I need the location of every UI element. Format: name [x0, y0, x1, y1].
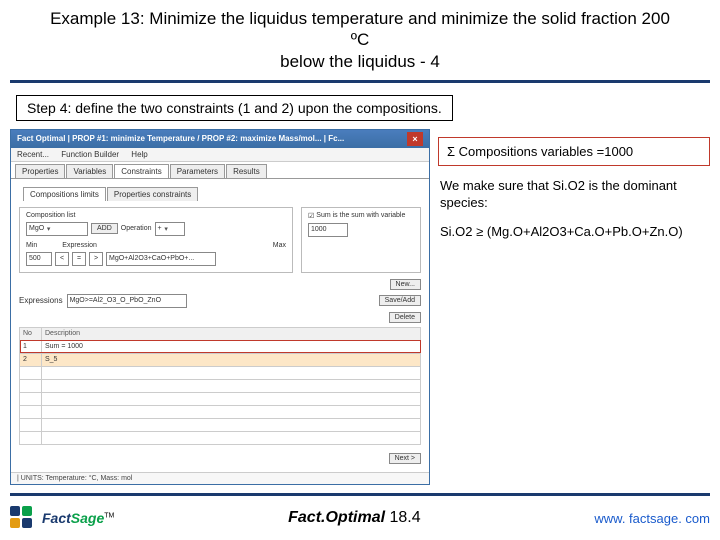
compo-dropdown[interactable]: MgO▾	[26, 222, 88, 236]
min-input[interactable]: 500	[26, 252, 52, 266]
new-button[interactable]: New...	[390, 279, 421, 290]
sum-value-input[interactable]: 1000	[308, 223, 348, 237]
table-row	[20, 418, 421, 431]
window-titlebar: Fact Optimal | PROP #1: minimize Tempera…	[11, 130, 429, 148]
menu-help[interactable]: Help	[131, 150, 147, 159]
tab-constraints[interactable]: Constraints	[114, 164, 168, 178]
lt-button[interactable]: <	[55, 252, 69, 266]
screenshot-mock: Fact Optimal | PROP #1: minimize Tempera…	[10, 129, 430, 485]
properties-label: Expressions	[19, 296, 63, 305]
footer-rule	[10, 493, 710, 496]
main-tabs: Properties Variables Constraints Paramet…	[11, 162, 429, 179]
expr-input[interactable]: MgO+Al2O3+CaO+PbO+...	[106, 252, 216, 266]
tab-properties[interactable]: Properties	[15, 164, 65, 178]
eq-button[interactable]: =	[72, 252, 86, 266]
sum-checkbox-highlight: ☑Sum is the sum with variable 1000	[301, 207, 421, 273]
logo-icon	[10, 506, 38, 530]
delete-button[interactable]: Delete	[389, 312, 421, 323]
tab-variables[interactable]: Variables	[66, 164, 113, 178]
annot-inequality: Si.O2 ≥ (Mg.O+Al2O3+Ca.O+Pb.O+Zn.O)	[440, 224, 710, 241]
gt-button[interactable]: >	[89, 252, 103, 266]
title-underline	[10, 80, 710, 83]
table-row	[20, 392, 421, 405]
window-statusbar: | UNITS: Temperature: °C, Mass: mol	[11, 472, 429, 484]
footer-center: Fact.Optimal 18.4	[288, 509, 421, 527]
next-button[interactable]: Next >	[389, 453, 421, 464]
checkbox-icon[interactable]: ☑	[308, 212, 314, 220]
sum-check-label: Sum is the sum with variable	[316, 212, 405, 219]
table-row	[20, 405, 421, 418]
constraints-table: NoDescription 1Sum = 1000 2S_5	[19, 327, 421, 445]
compo-label: Composition list	[26, 212, 286, 219]
menu-recent[interactable]: Recent...	[17, 150, 49, 159]
menubar: Recent... Function Builder Help	[11, 148, 429, 162]
close-icon[interactable]: ×	[407, 132, 423, 146]
min-label: Min	[26, 242, 37, 249]
th-desc: Description	[42, 327, 421, 340]
slide-title: Example 13: Minimize the liquidus temper…	[10, 8, 710, 78]
window-title: Fact Optimal | PROP #1: minimize Tempera…	[17, 134, 344, 143]
save-add-button[interactable]: Save/Add	[379, 295, 421, 306]
add-button[interactable]: ADD	[91, 223, 118, 234]
step-box: Step 4: define the two constraints (1 an…	[16, 95, 453, 121]
table-row	[20, 379, 421, 392]
annot-dominant: We make sure that Si.O2 is the dominant …	[440, 178, 710, 212]
tab-results[interactable]: Results	[226, 164, 267, 178]
subtab-prop-constraints[interactable]: Properties constraints	[107, 187, 198, 201]
max-label: Max	[273, 242, 286, 249]
expr-name: Expression	[62, 242, 97, 249]
annotations: Σ Compositions variables =1000 We make s…	[438, 129, 710, 253]
annot-sum-box: Σ Compositions variables =1000	[438, 137, 710, 166]
footer-url[interactable]: www. factsage. com	[594, 511, 710, 526]
op-label: Operation	[121, 225, 152, 232]
subtab-comp-limits[interactable]: Compositions limits	[23, 187, 106, 201]
op-dropdown[interactable]: +▾	[155, 222, 185, 236]
menu-function-builder[interactable]: Function Builder	[61, 150, 119, 159]
expr-field[interactable]: MgO>=Al2_O3_O_PbO_ZnO	[67, 294, 187, 308]
table-row: 1Sum = 1000	[20, 340, 421, 353]
tab-parameters[interactable]: Parameters	[170, 164, 225, 178]
table-row: 2S_5	[20, 353, 421, 366]
factsage-logo: FactSageTM	[10, 506, 114, 530]
th-no: No	[20, 327, 42, 340]
table-row	[20, 366, 421, 379]
table-row	[20, 431, 421, 444]
